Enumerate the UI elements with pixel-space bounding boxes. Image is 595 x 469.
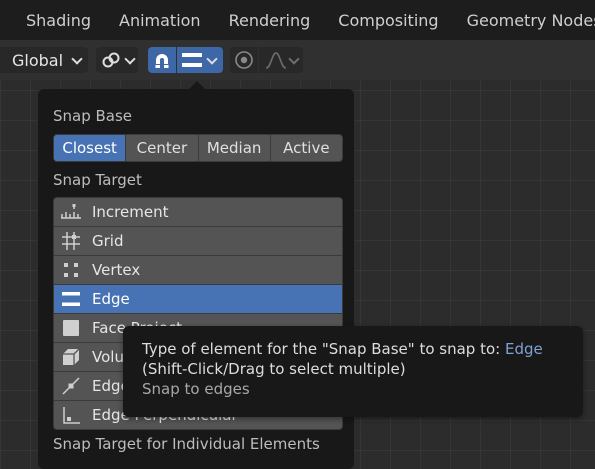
pivot-point-dropdown[interactable] [96,47,138,73]
snap-target-vertex[interactable]: Vertex [54,255,342,284]
grid-icon [60,231,82,251]
edge-icon [60,289,82,309]
viewport-header: Global [0,40,595,80]
magnet-icon [155,54,169,68]
snap-target-label: Grid [92,232,124,250]
snap-base-active[interactable]: Active [269,135,342,161]
snap-base-selector: Closest Center Median Active [53,134,343,162]
volume-icon [60,347,82,367]
edge-icon [182,53,202,67]
proportional-editing-toggle[interactable] [230,47,258,73]
snap-base-label: Snap Base [53,107,133,125]
orientation-value: Global [12,50,64,70]
pivot-link-icon [102,52,119,68]
tooltip-description-text: Type of element for the "Snap Base" to s… [142,340,505,358]
snap-base-median[interactable]: Median [197,135,270,161]
tab-shading[interactable]: Shading [12,11,105,30]
snap-target-label: Vertex [92,261,141,279]
tooltip-current-value: Edge [504,340,543,358]
snap-toggle-button[interactable] [148,47,176,73]
tab-compositing[interactable]: Compositing [324,11,452,30]
chevron-down-icon [206,52,218,65]
snap-base-closest[interactable]: Closest [54,135,126,161]
tab-geometry-nodes[interactable]: Geometry Nodes [453,11,595,30]
snap-target-edge[interactable]: Edge [54,284,342,313]
snap-target-increment[interactable]: Increment [54,198,342,226]
vertex-icon [60,260,82,280]
snap-target-grid[interactable]: Grid [54,226,342,255]
edge-center-icon [60,376,82,396]
transform-orientation-dropdown[interactable]: Global [0,47,88,73]
falloff-curve-icon [265,52,287,69]
chevron-down-icon [288,52,300,65]
chevron-down-icon [123,52,136,65]
increment-icon [60,202,82,222]
snap-target-label: Edge [92,290,130,308]
tooltip-description: Type of element for the "Snap Base" to s… [142,339,564,359]
snap-target-label: Increment [92,203,169,221]
snap-element-tooltip: Type of element for the "Snap Base" to s… [123,326,583,417]
tooltip-item-description: Snap to edges [142,380,250,398]
chevron-down-icon [71,53,83,65]
proportional-falloff-dropdown[interactable] [259,47,303,73]
face-icon [60,318,82,338]
snap-base-center[interactable]: Center [125,135,197,161]
workspace-tab-bar: Shading Animation Rendering Compositing … [0,0,595,40]
edge-perpendicular-icon [60,405,82,425]
individual-elements-label: Snap Target for Individual Elements [53,435,320,453]
snap-element-dropdown[interactable] [177,47,223,73]
tooltip-shortcut-hint: (Shift-Click/Drag to select multiple) [142,360,406,378]
snap-target-label: Snap Target [53,171,142,189]
proportional-editing-icon [235,51,253,69]
tab-rendering[interactable]: Rendering [215,11,325,30]
tab-animation[interactable]: Animation [105,11,215,30]
